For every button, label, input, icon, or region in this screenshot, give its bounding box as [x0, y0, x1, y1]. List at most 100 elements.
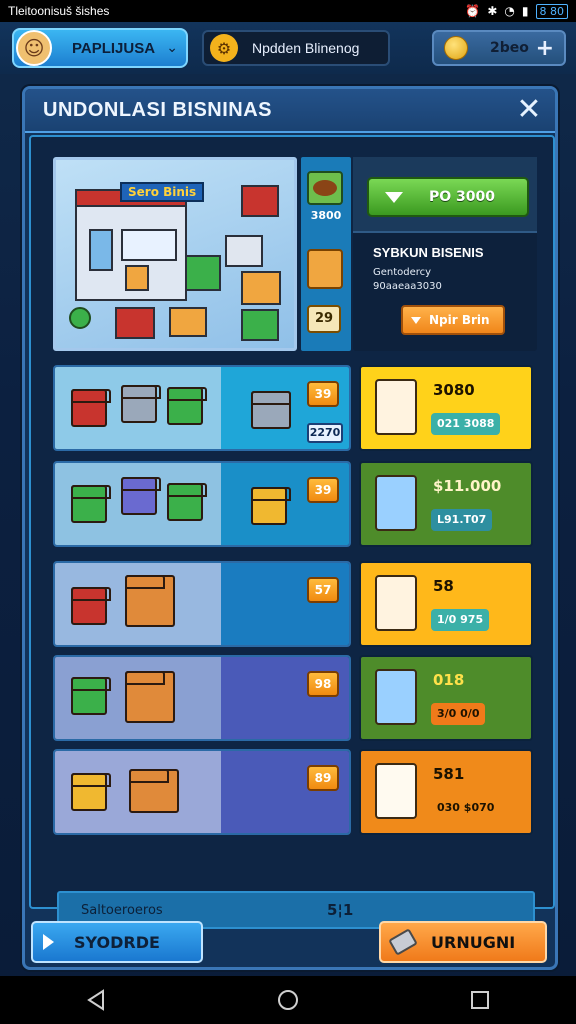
buy-button[interactable]: PO 3000 — [367, 177, 529, 217]
status-bar: Tleitoonisuš šishes ⏰ ✱ ◔ ▮ 8 80 — [0, 0, 576, 22]
wifi-icon: ◔ — [504, 4, 515, 18]
business-modal: UNDONLASI BISNINAS ✕ Sero Binis 3800 29 … — [22, 86, 558, 970]
shop-thumbnail — [55, 657, 221, 739]
mode-label: Npdden Blinenog — [252, 40, 360, 56]
food-stall-icon — [129, 769, 179, 813]
shop-thumbnail — [55, 463, 221, 545]
play-icon — [43, 934, 54, 950]
list-item[interactable]: 57 — [53, 561, 351, 647]
product-sub-value: 3/0 0/0 — [431, 703, 486, 725]
shop-building-icon — [71, 677, 111, 715]
buy-panel: PO 3000 — [353, 157, 537, 233]
shopping-bag-icon — [125, 575, 175, 627]
level-badge: 57 — [307, 577, 339, 603]
alarm-icon: ⏰ — [465, 4, 481, 18]
product-card[interactable]: $11.000 L91.T07 — [359, 461, 533, 547]
hero-badge-value: 3800 — [310, 209, 342, 222]
battery-icon: 8 80 — [535, 3, 568, 19]
chevron-down-icon: ⌄ — [166, 40, 178, 56]
signal-icon: ▮ — [521, 4, 529, 18]
list-item[interactable]: 39 2270 — [53, 365, 351, 451]
upgrade-button[interactable]: Npir Brin — [401, 305, 505, 335]
right-action-label: URNUGNI — [431, 932, 516, 952]
left-action-button[interactable]: SYODRDE — [31, 921, 203, 963]
shop-building-icon — [71, 389, 111, 427]
back-icon[interactable] — [76, 980, 116, 1020]
product-price: 58 — [433, 577, 454, 595]
top-bar: ☺ PAPLIJUSA ⌄ ⚙ Npdden Blinenog 2beo + — [0, 22, 576, 74]
hero-level-value: 29 — [307, 305, 341, 333]
store-sign: Sero Binis — [120, 182, 205, 202]
modal-body: Sero Binis 3800 29 PO 3000 SYBKUN BISENI… — [29, 135, 555, 929]
level-badge: 39 — [307, 381, 339, 407]
status-icons: ⏰ ✱ ◔ ▮ 8 80 — [465, 3, 568, 19]
row-info: 89 — [221, 751, 349, 833]
arrow-down-icon — [385, 191, 403, 203]
gear-icon: ⚙ — [210, 34, 238, 62]
hammer-icon — [388, 928, 418, 956]
business-name: SYBKUN BISENIS — [373, 245, 484, 260]
cart-icon — [121, 385, 161, 423]
level-badge: 98 — [307, 671, 339, 697]
business-preview-image: Sero Binis — [53, 157, 297, 351]
row-info: 57 — [221, 563, 349, 645]
hero-stats-column: 3800 29 — [301, 157, 351, 351]
system-nav-bar — [0, 976, 576, 1024]
product-sub-value: 030 $070 — [431, 797, 501, 819]
product-image — [375, 575, 417, 631]
buy-price: PO 3000 — [429, 189, 496, 205]
modal-title: UNDONLASI BISNINAS — [43, 99, 273, 121]
coin-value: 2beo — [490, 40, 529, 56]
player-name: PAPLIJUSA — [72, 39, 156, 57]
bluetooth-icon: ✱ — [487, 4, 498, 18]
mode-selector[interactable]: ⚙ Npdden Blinenog — [202, 30, 390, 66]
avatar: ☺ — [16, 30, 52, 66]
upgrade-label: Npir Brin — [429, 313, 490, 327]
row-info: 39 2270 — [221, 367, 349, 449]
close-button[interactable]: ✕ — [513, 95, 545, 127]
product-card[interactable]: 3080 021 3088 — [359, 365, 533, 451]
list-item[interactable]: 89 — [53, 749, 351, 835]
shop-thumbnail — [55, 367, 221, 449]
stall-icon — [251, 487, 291, 525]
product-image — [375, 379, 417, 435]
home-icon[interactable] — [268, 980, 308, 1020]
arrow-down-icon — [411, 316, 421, 324]
business-detail-2: 90aaeaa3030 — [373, 281, 442, 292]
add-coins-icon[interactable]: + — [536, 36, 554, 61]
coffee-bean-icon — [307, 171, 343, 205]
product-sub-value: 021 3088 — [431, 413, 501, 435]
list-item[interactable]: 98 — [53, 655, 351, 741]
shop-building-icon — [121, 477, 161, 515]
recents-icon[interactable] — [460, 980, 500, 1020]
level-badge: 39 — [307, 477, 339, 503]
business-detail-1: Gentodercy — [373, 267, 432, 278]
coin-icon — [444, 36, 468, 60]
product-card[interactable]: 581 030 $070 — [359, 749, 533, 835]
product-price: $11.000 — [433, 477, 502, 495]
product-sub-value: L91.T07 — [431, 509, 493, 531]
hero-details: PO 3000 SYBKUN BISENIS Gentodercy 90aaea… — [353, 157, 537, 351]
product-image — [375, 763, 417, 819]
right-action-button[interactable]: URNUGNI — [379, 921, 547, 963]
row-info: 98 — [221, 657, 349, 739]
product-price: 581 — [433, 765, 465, 783]
item-count: 2270 — [307, 423, 343, 443]
product-card[interactable]: 58 1/0 975 — [359, 561, 533, 647]
player-profile-button[interactable]: ☺ PAPLIJUSA ⌄ — [12, 28, 188, 68]
level-badge: 89 — [307, 765, 339, 791]
modal-footer: SYODRDE URNUGNI — [25, 911, 555, 969]
product-sub-value: 1/0 975 — [431, 609, 490, 631]
shop-thumbnail — [55, 751, 221, 833]
shopping-bag-icon — [125, 671, 175, 723]
product-card[interactable]: 018 3/0 0/0 — [359, 655, 533, 741]
coin-balance[interactable]: 2beo + — [432, 30, 566, 66]
cart-icon — [251, 391, 291, 429]
shop-thumbnail — [55, 563, 221, 645]
modal-header: UNDONLASI BISNINAS ✕ — [25, 89, 555, 133]
game-screen: { "status_bar": {"title": "Tleitoonisuš … — [0, 0, 576, 1024]
product-image — [375, 475, 417, 531]
list-item[interactable]: 39 — [53, 461, 351, 547]
product-image — [375, 669, 417, 725]
shop-building-icon — [71, 587, 111, 625]
